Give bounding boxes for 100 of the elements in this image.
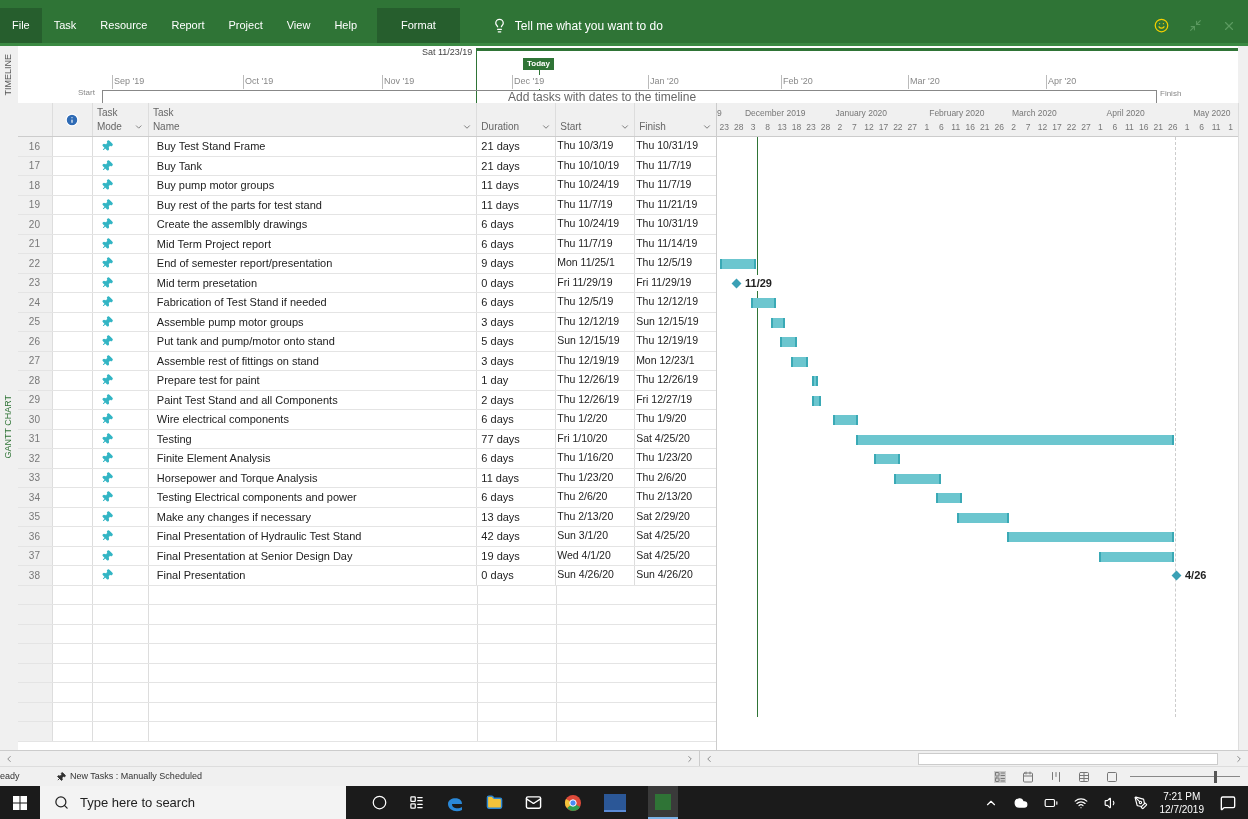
- task-name-cell: Testing: [147, 429, 477, 448]
- zoom-slider-thumb[interactable]: [1213, 770, 1217, 783]
- gantt-bar[interactable]: [833, 415, 858, 425]
- project-app-icon[interactable]: [648, 786, 678, 819]
- task-view-icon[interactable]: [409, 795, 424, 810]
- ribbon-tab[interactable]: Help: [322, 8, 369, 43]
- table-row[interactable]: 18 Buy pump motor groups 11 days Thu 10/24/19 Thu 11/7/19: [18, 176, 716, 196]
- restore-icon[interactable]: [1189, 19, 1202, 32]
- team-planner-icon[interactable]: [1050, 770, 1062, 783]
- gantt-bar[interactable]: [894, 473, 941, 484]
- pen-icon[interactable]: [1133, 795, 1148, 810]
- table-row[interactable]: 34 Testing Electrical components and power 6 days Thu 2/6/20 Thu 2/13/20: [18, 488, 716, 508]
- table-row[interactable]: 38 Final Presentation 0 days Sun 4/26/20 Sun 4/26/20: [18, 566, 716, 586]
- gantt-bar[interactable]: [720, 259, 756, 269]
- dropdown-caret-icon[interactable]: [620, 122, 631, 132]
- dropdown-caret-icon[interactable]: [702, 122, 712, 132]
- gantt-bar[interactable]: [1099, 551, 1174, 562]
- task-name-cell: Final Presentation: [147, 566, 477, 585]
- table-row[interactable]: 33 Horsepower and Torque Analysis 11 days Thu 1/23/20 Thu 2/6/20: [18, 468, 716, 488]
- cortana-icon[interactable]: [372, 795, 387, 810]
- table-row[interactable]: 37 Final Presentation at Senior Design Day 19 days Wed 4/1/20 Sat 4/25/20: [18, 546, 716, 566]
- table-row[interactable]: 27 Assemble rest of fittings on stand 3 days Thu 12/19/19 Mon 12/23/1: [18, 351, 716, 371]
- taskbar-search-field[interactable]: Type here to search: [40, 786, 346, 819]
- table-row[interactable]: 32 Finite Element Analysis 6 days Thu 1/16/20 Thu 1/23/20: [18, 449, 716, 469]
- ribbon-tab[interactable]: Task: [41, 8, 89, 43]
- gantt-bar[interactable]: [856, 434, 1174, 445]
- timescale-day: 22: [890, 121, 906, 135]
- vertical-scrollbar[interactable]: [1238, 46, 1248, 103]
- table-row[interactable]: 26 Put tank and pump/motor onto stand 5 days Sun 12/15/19 Thu 12/19/19: [18, 332, 716, 352]
- horizontal-scrollbar-thumb[interactable]: [918, 752, 1218, 765]
- resource-sheet-icon[interactable]: [1078, 770, 1090, 783]
- table-row[interactable]: 22 End of semester report/presentation 9 days Mon 11/25/1 Thu 12/5/19: [18, 254, 716, 274]
- column-header[interactable]: Task Name: [147, 103, 477, 136]
- table-row[interactable]: 20 Create the assemlbly drawings 6 days Thu 10/24/19 Thu 10/31/19: [18, 215, 716, 235]
- gantt-bar[interactable]: [812, 395, 821, 406]
- table-row[interactable]: 28 Prepare test for paint 1 day Thu 12/26/19 Thu 12/26/19: [18, 371, 716, 391]
- gantt-bar[interactable]: [791, 356, 808, 367]
- tell-me-field[interactable]: Tell me what you want to do: [514, 16, 715, 35]
- table-row[interactable]: 36 Final Presentation of Hydraulic Test Stand 42 days Sun 3/1/20 Sat 4/25/20: [18, 527, 716, 547]
- new-tasks-mode[interactable]: New Tasks : Manually Scheduled: [70, 769, 202, 784]
- gantt-bar[interactable]: [751, 298, 776, 308]
- ribbon-tab[interactable]: Format: [377, 8, 460, 43]
- table-row[interactable]: 29 Paint Test Stand and all Components 2 days Thu 12/26/19 Fri 12/27/19: [18, 390, 716, 410]
- ribbon-tab[interactable]: View: [274, 8, 323, 43]
- table-row[interactable]: 17 Buy Tank 21 days Thu 10/10/19 Thu 11/7/19: [18, 156, 716, 176]
- wifi-icon[interactable]: [1073, 795, 1088, 810]
- start-cell: Thu 2/13/20: [555, 507, 635, 526]
- table-row[interactable]: 16 Buy Test Stand Frame 21 days Thu 10/3/19 Thu 10/31/19: [18, 137, 716, 157]
- table-row[interactable]: 31 Testing 77 days Fri 1/10/20 Sat 4/25/20: [18, 429, 716, 449]
- table-row[interactable]: 35 Make any changes if necessary 13 days Thu 2/13/20 Sat 2/29/20: [18, 507, 716, 527]
- column-header[interactable]: Finish: [634, 103, 716, 136]
- column-header[interactable]: Duration: [476, 103, 556, 136]
- dropdown-caret-icon[interactable]: [541, 122, 552, 132]
- start-cell: Thu 10/24/19: [555, 215, 635, 234]
- dropdown-caret-icon[interactable]: [462, 122, 473, 132]
- table-row[interactable]: 23 Mid term presetation 0 days Fri 11/29/19 Fri 11/29/19: [18, 273, 716, 293]
- gantt-view-icon[interactable]: [994, 770, 1006, 783]
- duration-cell: 11 days: [476, 468, 556, 487]
- table-row[interactable]: 25 Assemble pump motor groups 3 days Thu 12/12/19 Sun 12/15/19: [18, 312, 716, 332]
- gantt-bar[interactable]: [1007, 532, 1174, 542]
- gantt-bar[interactable]: [957, 512, 1009, 523]
- gantt-bar[interactable]: [771, 317, 785, 328]
- smiley-icon[interactable]: [1154, 18, 1169, 33]
- info-icon: [65, 112, 80, 127]
- taskbar-clock[interactable]: 7:21 PM 12/7/2019: [1159, 789, 1204, 816]
- start-cell: Fri 1/10/20: [555, 429, 635, 448]
- scroll-left-icon[interactable]: [704, 753, 714, 764]
- column-header[interactable]: Start: [555, 103, 635, 136]
- ribbon-tab[interactable]: Project: [216, 8, 275, 43]
- gantt-bar[interactable]: [812, 376, 818, 386]
- word-app-icon[interactable]: [604, 793, 626, 812]
- notifications-icon[interactable]: [1220, 794, 1236, 811]
- table-row[interactable]: 30 Wire electrical components 6 days Thu 1/2/20 Thu 1/9/20: [18, 410, 716, 430]
- ribbon-tab[interactable]: File: [0, 8, 42, 43]
- ribbon-tab[interactable]: Resource: [88, 8, 160, 43]
- duration-cell: 3 days: [476, 351, 556, 370]
- chrome-icon[interactable]: [564, 793, 582, 812]
- table-row[interactable]: 21 Mid Term Project report 6 days Thu 11/7/19 Thu 11/14/19: [18, 234, 716, 254]
- dropdown-caret-icon[interactable]: [134, 122, 144, 132]
- folder-icon[interactable]: [486, 794, 503, 811]
- gantt-bar[interactable]: [780, 337, 797, 347]
- scroll-left-icon[interactable]: [4, 753, 14, 764]
- mail-icon[interactable]: [525, 794, 542, 811]
- task-name-cell: Buy Tank: [147, 156, 477, 175]
- cloud-icon[interactable]: [1013, 795, 1028, 810]
- gantt-bar[interactable]: [874, 454, 900, 464]
- table-row[interactable]: 24 Fabrication of Test Stand if needed 6 days Thu 12/5/19 Thu 12/12/19: [18, 293, 716, 313]
- column-header[interactable]: Task Mode: [91, 103, 148, 136]
- task-usage-icon[interactable]: [1022, 770, 1034, 783]
- scroll-right-icon[interactable]: [685, 753, 695, 764]
- gantt-bar[interactable]: [936, 493, 962, 503]
- table-row[interactable]: 19 Buy rest of the parts for test stand 11 days Thu 11/7/19 Thu 11/21/19: [18, 195, 716, 215]
- vertical-scrollbar[interactable]: [1238, 103, 1248, 750]
- zoom-slider[interactable]: [1130, 770, 1240, 783]
- report-icon[interactable]: [1106, 770, 1118, 783]
- timeline-month: Sep '19: [112, 75, 145, 89]
- windows-logo-icon[interactable]: [13, 795, 27, 810]
- ribbon-tab[interactable]: Report: [159, 8, 217, 43]
- scroll-right-icon[interactable]: [1234, 753, 1244, 764]
- timeline-month: Mar '20: [908, 75, 940, 89]
